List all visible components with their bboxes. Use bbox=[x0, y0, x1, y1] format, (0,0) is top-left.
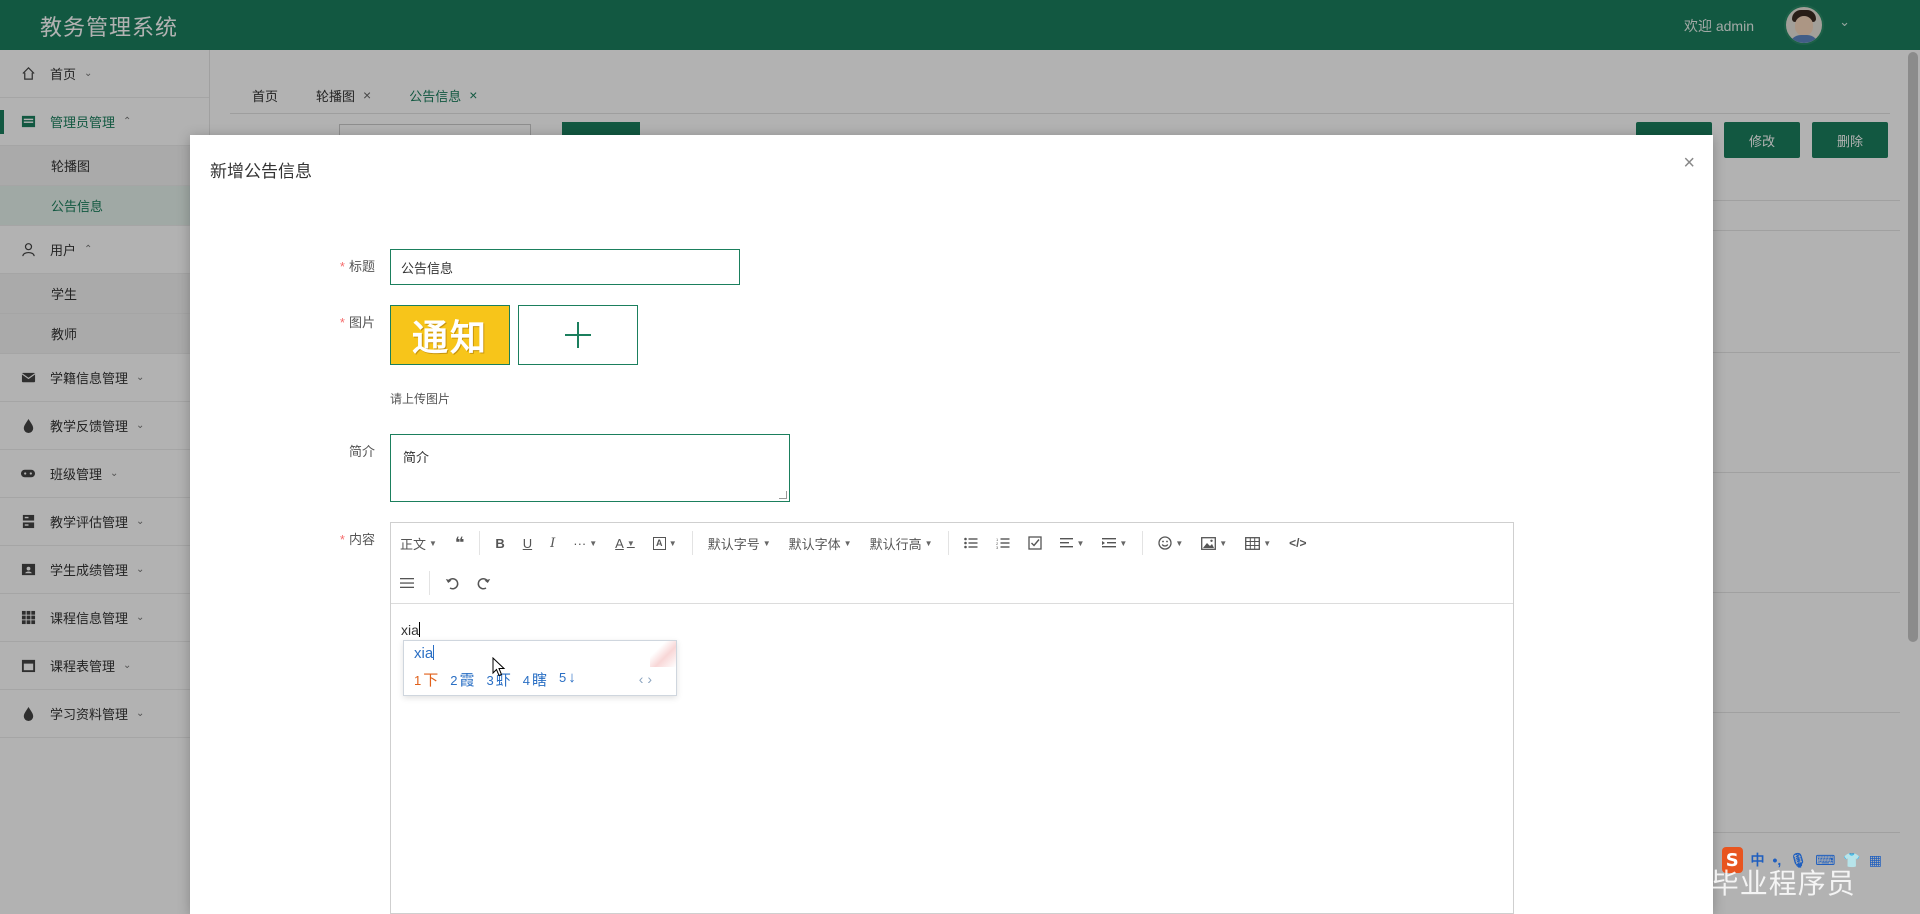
grid-menu-icon[interactable]: ▦ bbox=[1869, 852, 1882, 869]
resize-handle-icon[interactable] bbox=[779, 491, 787, 499]
table-icon[interactable]: ▼ bbox=[1236, 523, 1280, 563]
image-upload-button[interactable] bbox=[518, 305, 638, 365]
more-icon[interactable]: ··· ▼ bbox=[564, 523, 606, 563]
editor-text: xia bbox=[401, 622, 420, 638]
redo-icon[interactable] bbox=[468, 563, 500, 603]
close-icon[interactable]: × bbox=[1683, 153, 1695, 173]
emoji-icon[interactable]: ▼ bbox=[1149, 523, 1192, 563]
content-label: * 内容 bbox=[339, 532, 375, 547]
ime-candidate[interactable]: 1下 bbox=[414, 669, 438, 690]
ime-candidate[interactable]: 2霞 bbox=[450, 669, 474, 690]
ime-composition: xia bbox=[414, 645, 435, 662]
italic-icon[interactable]: I bbox=[541, 523, 564, 563]
indent-icon[interactable]: ▼ bbox=[1093, 523, 1136, 563]
divider-line-icon[interactable] bbox=[391, 563, 423, 603]
editor-toolbar: 正文 ▼ ❝ B U I ··· ▼ A ▼ A ▼ 默认字号 ▼ 默认字体 ▼ 默认行高 ▼… bbox=[391, 523, 1513, 604]
chevron-right-icon[interactable]: ‹ › bbox=[639, 671, 652, 687]
title-label: * 标题 bbox=[339, 259, 375, 274]
align-icon[interactable]: ▼ bbox=[1051, 523, 1094, 563]
font-family-select[interactable]: 默认字体 ▼ bbox=[780, 523, 861, 563]
ime-candidate[interactable]: 5 ↓ bbox=[559, 669, 576, 690]
uploaded-image-thumbnail[interactable]: 通知 bbox=[390, 305, 510, 365]
image-label: * 图片 bbox=[339, 315, 375, 330]
todo-checkbox-icon[interactable] bbox=[1019, 523, 1051, 563]
summary-textarea[interactable]: 简介 bbox=[390, 434, 790, 502]
line-height-select[interactable]: 默认行高 ▼ bbox=[861, 523, 942, 563]
watermark: CSDN @毕业程序员 bbox=[1588, 867, 1856, 900]
bold-icon[interactable]: B bbox=[486, 523, 513, 563]
quote-icon[interactable]: ❝ bbox=[446, 523, 473, 563]
summary-label: 简介 bbox=[348, 444, 375, 459]
bullet-list-icon[interactable] bbox=[955, 523, 987, 563]
svg-text:3: 3 bbox=[996, 545, 999, 549]
mouse-cursor-icon bbox=[492, 657, 506, 677]
image-icon[interactable]: ▼ bbox=[1192, 523, 1236, 563]
ime-skin-decoration bbox=[650, 641, 676, 667]
undo-icon[interactable] bbox=[436, 563, 468, 603]
dialog-title: 新增公告信息 bbox=[210, 162, 312, 181]
title-input[interactable]: 公告信息 bbox=[390, 249, 740, 285]
ime-candidate[interactable]: 4瞎 bbox=[523, 669, 547, 690]
underline-icon[interactable]: U bbox=[514, 523, 541, 563]
add-notice-dialog: 新增公告信息 × * 标题 公告信息 * 图片 通知 请上传图片 简介 简介 * 内容… bbox=[190, 135, 1713, 914]
rich-text-editor[interactable]: 正文 ▼ ❝ B U I ··· ▼ A ▼ A ▼ 默认字号 ▼ 默认字体 ▼ 默认行高 ▼… bbox=[390, 522, 1514, 914]
upload-hint: 请上传图片 bbox=[390, 392, 451, 406]
font-color-icon[interactable]: A ▼ bbox=[606, 523, 644, 563]
summary-text: 简介 bbox=[403, 450, 430, 465]
ime-candidate-popup[interactable]: xia 1下 2霞 3虾 4瞎 5 ↓ ‹ › bbox=[403, 640, 677, 696]
editor-content-area[interactable]: xia xia 1下 2霞 3虾 4瞎 5 ↓ ‹ › bbox=[391, 604, 1513, 914]
text-caret bbox=[418, 622, 420, 637]
paragraph-format-select[interactable]: 正文 ▼ bbox=[391, 523, 446, 563]
background-color-icon[interactable]: A ▼ bbox=[644, 523, 686, 563]
code-icon[interactable]: </> bbox=[1280, 523, 1315, 563]
font-size-select[interactable]: 默认字号 ▼ bbox=[699, 523, 780, 563]
numbered-list-icon[interactable]: 123 bbox=[987, 523, 1019, 563]
